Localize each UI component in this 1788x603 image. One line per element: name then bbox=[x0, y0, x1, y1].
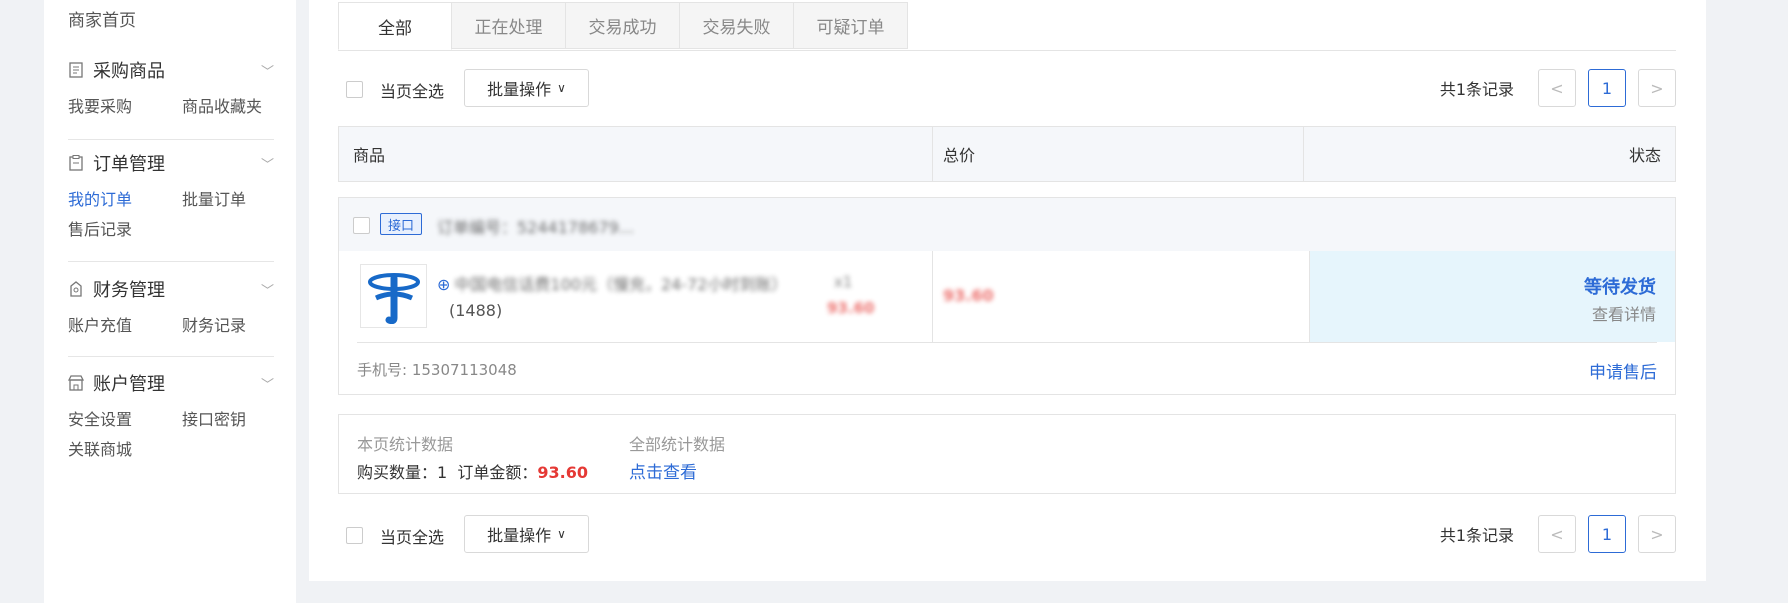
sidebar-item-recharge[interactable]: 账户充值 bbox=[68, 312, 182, 336]
batch-operation-label: 批量操作 bbox=[487, 80, 552, 99]
column-header-status: 状态 bbox=[1628, 146, 1661, 165]
sidebar-item-linked-store[interactable]: 关联商城 bbox=[68, 436, 182, 460]
next-page-button[interactable]: > bbox=[1638, 515, 1676, 553]
batch-operation-button[interactable]: 批量操作 ∨ bbox=[464, 515, 589, 553]
view-all-stats-link[interactable]: 点击查看 bbox=[629, 458, 697, 483]
order-product-row: ⊕ 中国电信话费100元（慢充，24-72小时到账） (1488) x1 93.6… bbox=[339, 251, 1675, 342]
sidebar-item-api-key[interactable]: 接口密钥 bbox=[182, 406, 296, 430]
select-all-label: 当页全选 bbox=[380, 82, 445, 101]
status-cell: 等待发货 查看详情 bbox=[1310, 251, 1675, 342]
china-telecom-logo bbox=[360, 264, 427, 328]
order-footer: 手机号: 15307113048 申请售后 bbox=[357, 342, 1657, 395]
sidebar-group-orders: 订单管理 ﹀ 我的订单 批量订单 售后记录 bbox=[68, 148, 274, 240]
divider bbox=[68, 261, 274, 262]
chevron-down-icon: ∨ bbox=[557, 527, 566, 541]
sidebar-item-batch-orders[interactable]: 批量订单 bbox=[182, 186, 296, 210]
product-type-icon: ⊕ bbox=[437, 275, 451, 294]
pagination: 共1条记录 < 1 > bbox=[1440, 515, 1676, 553]
column-header-product: 商品 bbox=[353, 146, 386, 165]
batch-operation-label: 批量操作 bbox=[487, 526, 552, 545]
order-status: 等待发货 bbox=[1584, 277, 1656, 298]
total-records: 共1条记录 bbox=[1439, 526, 1514, 545]
select-all-checkbox[interactable] bbox=[346, 527, 363, 544]
product-name-suffix: (1488) bbox=[449, 301, 503, 320]
clipboard-icon bbox=[68, 155, 84, 171]
sidebar-group-account: 账户管理 ﹀ 安全设置 接口密钥 关联商城 bbox=[68, 368, 274, 460]
apply-after-sale-link[interactable]: 申请售后 bbox=[1589, 358, 1657, 383]
api-tag-badge: 接口 bbox=[380, 213, 423, 235]
view-details-link[interactable]: 查看详情 bbox=[1592, 301, 1656, 325]
chevron-down-icon: ﹀ bbox=[260, 377, 274, 393]
main-panel: 全部 正在处理 交易成功 交易失败 可疑订单 当页全选 批量操作 ∨ 共1条记录… bbox=[309, 0, 1706, 581]
table-header: 商品 总价 状态 bbox=[338, 126, 1676, 182]
total-price: 93.60 bbox=[943, 286, 994, 305]
select-all-checkbox[interactable] bbox=[346, 81, 363, 98]
page-stats-label: 本页统计数据 bbox=[357, 435, 454, 454]
column-header-total-price: 总价 bbox=[943, 146, 976, 165]
page-stats-values: 购买数量：1 订单金额：93.60 bbox=[357, 463, 588, 482]
order-number: 订单编号：5244178679... bbox=[437, 218, 635, 237]
batch-operation-button[interactable]: 批量操作 ∨ bbox=[464, 69, 589, 107]
pagination: 共1条记录 < 1 > bbox=[1440, 69, 1676, 107]
prev-page-button[interactable]: < bbox=[1538, 515, 1576, 553]
chevron-down-icon: ﹀ bbox=[260, 157, 274, 173]
document-icon bbox=[68, 62, 84, 78]
unit-price: 93.60 bbox=[827, 299, 875, 317]
statistics-panel: 本页统计数据 购买数量：1 订单金额：93.60 全部统计数据 点击查看 bbox=[338, 414, 1676, 494]
divider bbox=[68, 139, 274, 140]
sidebar-item-my-orders[interactable]: 我的订单 bbox=[68, 186, 182, 210]
prev-page-button[interactable]: < bbox=[1538, 69, 1576, 107]
tab-all[interactable]: 全部 bbox=[338, 2, 452, 50]
chevron-down-icon: ∨ bbox=[557, 81, 566, 95]
sidebar-group-purchase-header[interactable]: 采购商品 ﹀ bbox=[68, 55, 274, 85]
sidebar-item-home[interactable]: 商家首页 bbox=[68, 6, 136, 31]
sidebar-group-finance-header[interactable]: 财务管理 ﹀ bbox=[68, 274, 274, 304]
wallet-icon bbox=[68, 281, 84, 297]
tab-processing[interactable]: 正在处理 bbox=[452, 2, 566, 49]
divider bbox=[1303, 127, 1304, 181]
sidebar-group-finance: 财务管理 ﹀ 账户充值 财务记录 bbox=[68, 274, 274, 336]
divider bbox=[932, 127, 933, 181]
sidebar-group-title: 订单管理 bbox=[93, 154, 165, 175]
sidebar: 商家首页 采购商品 ﹀ 我要采购 商品收藏夹 订单管理 ﹀ 我的订单 批量订单 … bbox=[44, 0, 296, 603]
store-icon bbox=[68, 375, 84, 391]
sidebar-item-after-sales[interactable]: 售后记录 bbox=[68, 216, 182, 240]
phone-number: 手机号: 15307113048 bbox=[357, 361, 517, 379]
chevron-down-icon: ﹀ bbox=[260, 283, 274, 299]
toolbar-bottom: 当页全选 批量操作 ∨ 共1条记录 < 1 > bbox=[338, 515, 1676, 553]
order-checkbox[interactable] bbox=[353, 217, 370, 234]
chevron-down-icon: ﹀ bbox=[260, 64, 274, 80]
sidebar-group-title: 财务管理 bbox=[93, 280, 165, 301]
page-number-button[interactable]: 1 bbox=[1588, 69, 1626, 107]
total-records: 共1条记录 bbox=[1439, 80, 1514, 99]
tab-success[interactable]: 交易成功 bbox=[566, 2, 680, 49]
sidebar-item-purchase[interactable]: 我要采购 bbox=[68, 93, 182, 117]
all-stats-label: 全部统计数据 bbox=[629, 435, 726, 454]
tab-failed[interactable]: 交易失败 bbox=[680, 2, 794, 49]
order-tabs: 全部 正在处理 交易成功 交易失败 可疑订单 bbox=[338, 0, 1676, 51]
order-row: 接口 订单编号：5244178679... ⊕ 中国电信话费100元（慢充，24-… bbox=[338, 197, 1676, 395]
product-name[interactable]: ⊕ 中国电信话费100元（慢充，24-72小时到账） bbox=[437, 271, 787, 295]
toolbar-top: 当页全选 批量操作 ∨ 共1条记录 < 1 > bbox=[338, 69, 1676, 107]
sidebar-group-account-header[interactable]: 账户管理 ﹀ bbox=[68, 368, 274, 398]
sidebar-item-favorites[interactable]: 商品收藏夹 bbox=[182, 93, 296, 117]
sidebar-group-orders-header[interactable]: 订单管理 ﹀ bbox=[68, 148, 274, 178]
tab-suspicious[interactable]: 可疑订单 bbox=[794, 2, 908, 49]
sidebar-group-title: 采购商品 bbox=[93, 61, 165, 82]
sidebar-item-security[interactable]: 安全设置 bbox=[68, 406, 182, 430]
page-number-button[interactable]: 1 bbox=[1588, 515, 1626, 553]
divider bbox=[932, 251, 933, 342]
next-page-button[interactable]: > bbox=[1638, 69, 1676, 107]
sidebar-group-purchase: 采购商品 ﹀ 我要采购 商品收藏夹 bbox=[68, 55, 274, 117]
select-all-label: 当页全选 bbox=[380, 528, 445, 547]
quantity: x1 bbox=[834, 273, 853, 291]
order-header: 接口 订单编号：5244178679... bbox=[339, 198, 1675, 251]
divider bbox=[68, 356, 274, 357]
sidebar-group-title: 账户管理 bbox=[93, 374, 165, 395]
sidebar-item-finance-records[interactable]: 财务记录 bbox=[182, 312, 296, 336]
